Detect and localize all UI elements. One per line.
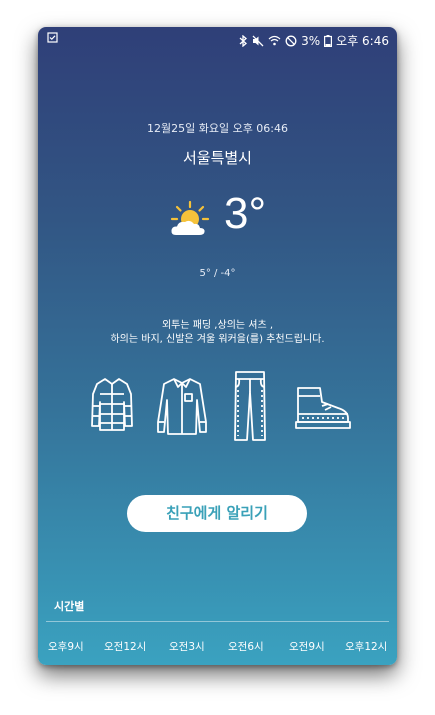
current-weather: 3°: [168, 189, 308, 245]
app-screen: 3% 오후 6:46 12월25일 화요일 오후 06:46 서울특별시 3° …: [38, 27, 397, 665]
recommendation-line-2: 하의는 바지, 신발은 겨울 워커을(를) 추천드립니다.: [110, 334, 325, 345]
hour-label: 오전12시: [104, 641, 147, 653]
status-time: 오후 6:46: [336, 34, 389, 48]
hourly-divider: [46, 621, 389, 622]
battery-icon: [324, 34, 333, 47]
shirt-icon: [157, 378, 207, 435]
status-bar: 3% 오후 6:46: [38, 27, 397, 53]
checkbox-icon: [47, 32, 58, 46]
hour-label: 오전3시: [169, 641, 205, 653]
hourly-time-list: 오후9시 오전12시 오전3시 오전6시 오전9시 오후12시: [38, 639, 397, 655]
temperature-range: 5° / -4°: [199, 268, 236, 279]
hour-label: 오후12시: [345, 641, 388, 653]
no-sim-icon: [285, 35, 297, 47]
current-temperature: 3°: [224, 189, 267, 238]
hourly-section-title: 시간별: [54, 600, 85, 613]
date-time-text: 12월25일 화요일 오후 06:46: [146, 122, 289, 135]
hour-label: 오전6시: [228, 641, 264, 653]
partly-cloudy-icon: [170, 201, 210, 235]
bluetooth-icon: [239, 34, 248, 47]
padded-jacket-icon: [91, 378, 133, 431]
hour-label: 오전9시: [289, 641, 325, 653]
share-with-friend-button[interactable]: 친구에게 알리기: [127, 495, 307, 532]
wifi-icon: [268, 35, 281, 46]
hour-label: 오후9시: [48, 641, 84, 653]
clothing-icons: [38, 370, 397, 442]
battery-percent: 3%: [301, 33, 321, 48]
pants-icon: [234, 371, 266, 441]
mute-icon: [252, 35, 264, 47]
winter-boots-icon: [295, 387, 351, 429]
outfit-recommendation: 외투는 패딩 ,상의는 셔츠 , 하의는 바지, 신발은 겨울 워커을(를) 추…: [38, 319, 397, 347]
city-name: 서울특별시: [182, 149, 252, 167]
recommendation-line-1: 외투는 패딩 ,상의는 셔츠 ,: [161, 320, 274, 331]
